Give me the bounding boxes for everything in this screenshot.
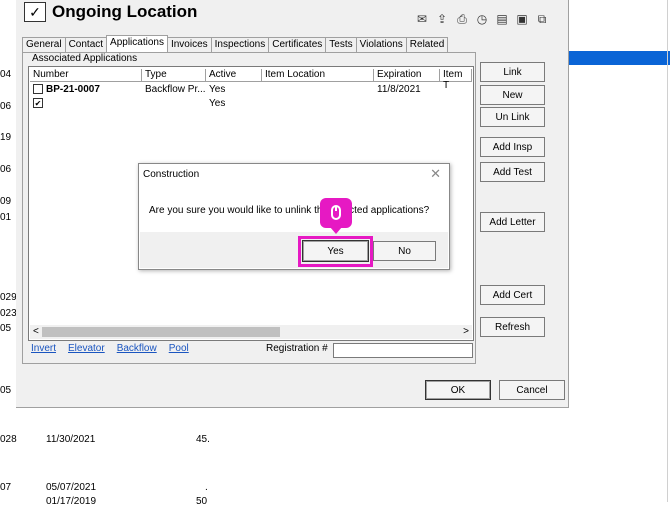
bg-row-id: 05 <box>0 385 12 396</box>
filter-links: Invert Elevator Backflow Pool <box>31 343 189 354</box>
bg-row-date: 05/07/2021 <box>46 482 97 493</box>
dialog-title: Construction <box>143 169 200 180</box>
save-icon[interactable]: ▣ <box>514 11 530 27</box>
row-checkbox[interactable] <box>33 84 43 95</box>
add-insp-button[interactable]: Add Insp <box>480 137 545 157</box>
toolbar: ✉ ⇪ ⎙ ◷ ▤ ▣ ⧉ <box>414 11 550 27</box>
link-invert[interactable]: Invert <box>31 343 56 354</box>
ok-button[interactable]: OK <box>425 380 491 400</box>
checklist-icon: ✓ <box>24 2 46 22</box>
col-number[interactable]: Number <box>30 69 142 82</box>
tab-related[interactable]: Related <box>405 37 449 52</box>
unlink-button[interactable]: Un Link <box>480 107 545 127</box>
bg-row-id: 07 <box>0 482 12 493</box>
scroll-left-icon[interactable]: < <box>33 325 39 339</box>
link-button[interactable]: Link <box>480 62 545 82</box>
col-active[interactable]: Active <box>206 69 262 82</box>
mouse-button-icon <box>335 207 337 211</box>
copy-icon[interactable]: ⧉ <box>534 11 550 27</box>
refresh-button[interactable]: Refresh <box>480 317 545 337</box>
window-title: Ongoing Location <box>52 2 198 21</box>
dialog-message: Are you sure you would like to unlink th… <box>149 205 430 216</box>
cell-active: Yes <box>209 98 226 109</box>
add-cert-button[interactable]: Add Cert <box>480 285 545 305</box>
no-button[interactable]: No <box>373 241 436 261</box>
bg-row-id: 06 <box>0 164 12 175</box>
col-expiration[interactable]: Expiration <box>374 69 440 82</box>
cell-type <box>142 98 206 111</box>
col-type[interactable]: Type <box>142 69 206 82</box>
bg-row-id: 09 <box>0 196 12 207</box>
export-icon[interactable]: ⇪ <box>434 11 450 27</box>
add-test-button[interactable]: Add Test <box>480 162 545 182</box>
tab-invoices[interactable]: Invoices <box>166 37 212 52</box>
cell-type: Backflow Pr... <box>145 84 206 95</box>
bg-row-amount: . <box>205 482 208 493</box>
grid-header: Number Type Active Item Location Expirat… <box>30 69 472 91</box>
table-row[interactable]: BP-21-0007 Backflow Pr... Yes 11/8/2021 <box>30 84 440 97</box>
selected-row-highlight <box>569 51 670 65</box>
link-elevator[interactable]: Elevator <box>68 343 105 354</box>
bg-row-id: 04 <box>0 69 12 80</box>
cell-number: ✔ <box>30 98 142 111</box>
window-title-bar: ✓ Ongoing Location <box>24 0 197 24</box>
document-icon[interactable]: ▤ <box>494 11 510 27</box>
registration-label: Registration # <box>266 343 328 354</box>
col-item-location[interactable]: Item Location <box>262 69 374 82</box>
tab-strip: General Contact Applications Invoices In… <box>22 35 449 52</box>
link-backflow[interactable]: Backflow <box>117 343 157 354</box>
table-row[interactable]: ✔ Yes <box>30 98 262 111</box>
row-checkbox[interactable]: ✔ <box>33 98 43 109</box>
cancel-button[interactable]: Cancel <box>499 380 565 400</box>
horizontal-scrollbar[interactable]: < > <box>30 325 472 339</box>
clock-icon[interactable]: ◷ <box>474 11 490 27</box>
tab-applications[interactable]: Applications <box>106 35 168 52</box>
envelope-icon[interactable]: ✉ <box>414 11 430 27</box>
bg-row-id: 028 <box>0 434 17 445</box>
col-item-type[interactable]: Item T <box>440 69 472 91</box>
cell-number: BP-21-0007 <box>30 84 142 97</box>
bg-row-id: 01 <box>0 212 12 223</box>
background-divider <box>667 0 668 502</box>
cell-active: Yes <box>209 84 226 95</box>
click-marker-tail <box>330 227 342 234</box>
tab-contact[interactable]: Contact <box>64 37 108 52</box>
cell-item-location <box>262 84 374 97</box>
scroll-right-icon[interactable]: > <box>463 325 469 339</box>
bg-row-id: 05 <box>0 323 12 334</box>
registration-input[interactable] <box>333 343 473 358</box>
new-button[interactable]: New <box>480 85 545 105</box>
group-label: Associated Applications <box>30 53 140 64</box>
bg-row-id: 023 <box>0 308 17 319</box>
scroll-thumb[interactable] <box>42 327 280 337</box>
link-pool[interactable]: Pool <box>169 343 189 354</box>
bg-row-id: 19 <box>0 132 12 143</box>
print-icon[interactable]: ⎙ <box>454 11 470 27</box>
tab-general[interactable]: General <box>22 37 66 52</box>
click-highlight-box <box>298 236 373 267</box>
add-letter-button[interactable]: Add Letter <box>480 212 545 232</box>
tab-tests[interactable]: Tests <box>325 37 357 52</box>
tab-violations[interactable]: Violations <box>355 37 407 52</box>
bg-row-id: 06 <box>0 101 12 112</box>
bg-row-date: 11/30/2021 <box>46 434 96 445</box>
bg-row-amount: 45. <box>196 434 210 445</box>
tab-inspections[interactable]: Inspections <box>210 37 270 52</box>
close-icon[interactable]: ✕ <box>430 166 441 182</box>
tab-certificates[interactable]: Certificates <box>268 37 327 52</box>
cell-expiration: 11/8/2021 <box>377 84 421 95</box>
bg-row-id: 029 <box>0 292 17 303</box>
